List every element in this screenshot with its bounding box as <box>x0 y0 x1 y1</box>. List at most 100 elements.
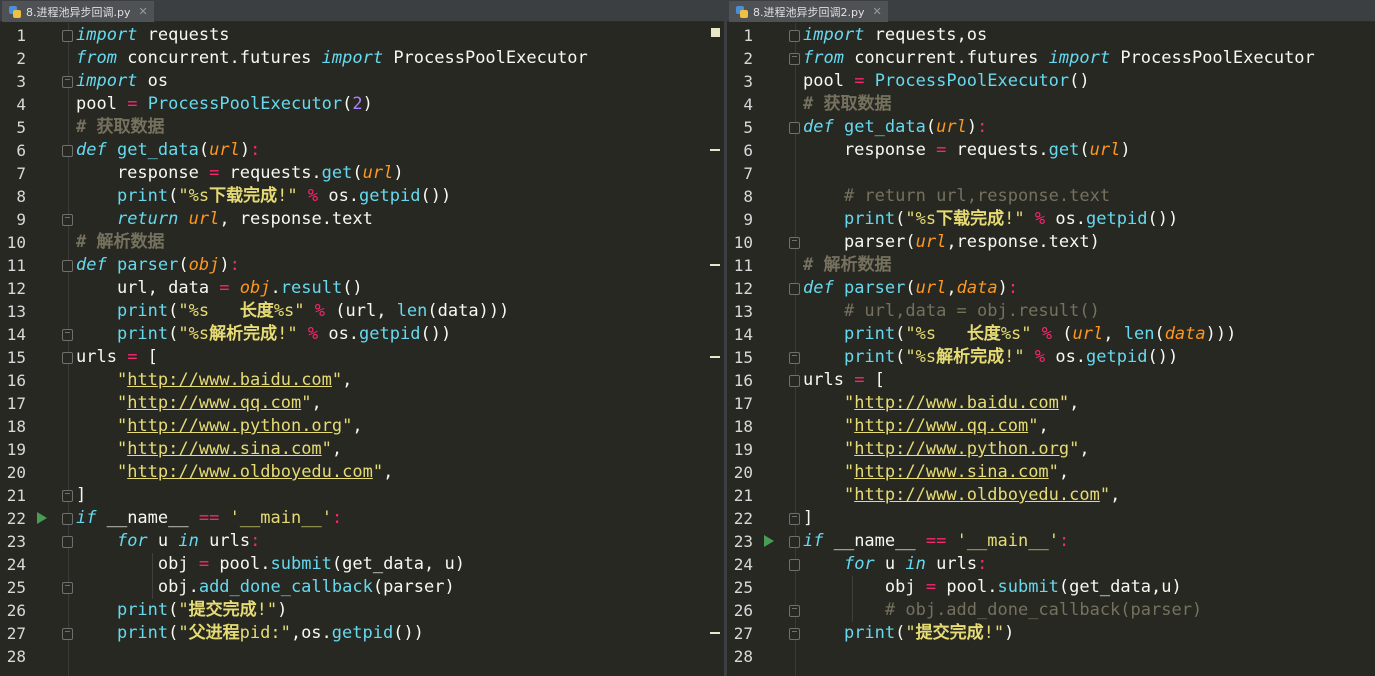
scrollbar-marker[interactable] <box>710 356 720 358</box>
code-line[interactable]: 3 pool = ProcessPoolExecutor() <box>727 70 1375 93</box>
fold-marker-icon[interactable] <box>789 559 800 571</box>
code-line[interactable]: 25 obj = pool.submit(get_data,u) <box>727 576 1375 599</box>
code-line[interactable]: 6 def get_data(url): <box>0 139 724 162</box>
code-line[interactable]: 8 # return url,response.text <box>727 185 1375 208</box>
fold-marker-icon[interactable] <box>62 582 73 594</box>
code-line[interactable]: 13 print("%s 长度%s" % (url, len(data))) <box>0 300 724 323</box>
code-line[interactable]: 4 # 获取数据 <box>727 93 1375 116</box>
scrollbar-marker[interactable] <box>710 149 720 151</box>
code-text: def parser(obj): <box>76 255 240 275</box>
left-code-editor[interactable]: 1 import requests 2 from concurrent.futures… <box>0 23 724 676</box>
left-file-tab[interactable]: 8.进程池异步回调.py ✕ <box>2 1 154 22</box>
code-line[interactable]: 28 <box>727 645 1375 668</box>
fold-marker-icon[interactable] <box>62 76 73 88</box>
fold-marker-icon[interactable] <box>789 605 800 617</box>
run-arrow-icon[interactable] <box>764 535 774 547</box>
code-line[interactable]: 28 <box>0 645 724 668</box>
code-line[interactable]: 25 obj.add_done_callback(parser) <box>0 576 724 599</box>
code-line[interactable]: 26 print("提交完成!") <box>0 599 724 622</box>
fold-marker-icon[interactable] <box>789 237 800 249</box>
code-line[interactable]: 2 from concurrent.futures import ProcessP… <box>0 47 724 70</box>
code-line[interactable]: 15 urls = [ <box>0 346 724 369</box>
code-line[interactable]: 9 print("%s下载完成!" % os.getpid()) <box>727 208 1375 231</box>
fold-marker-icon[interactable] <box>62 513 73 525</box>
code-line[interactable]: 5 def get_data(url): <box>727 116 1375 139</box>
code-line[interactable]: 4 pool = ProcessPoolExecutor(2) <box>0 93 724 116</box>
code-line[interactable]: 3 import os <box>0 70 724 93</box>
code-line[interactable]: 10 parser(url,response.text) <box>727 231 1375 254</box>
fold-marker-icon[interactable] <box>789 352 800 364</box>
code-line[interactable]: 2 from concurrent.futures import ProcessP… <box>727 47 1375 70</box>
fold-marker-icon[interactable] <box>62 260 73 272</box>
scrollbar-marker[interactable] <box>710 264 720 266</box>
fold-marker-icon[interactable] <box>789 536 800 548</box>
code-line[interactable]: 6 response = requests.get(url) <box>727 139 1375 162</box>
code-line[interactable]: 21] <box>0 484 724 507</box>
scrollbar-marker[interactable] <box>710 632 720 634</box>
code-line[interactable]: 22] <box>727 507 1375 530</box>
code-line[interactable]: 18 "http://www.python.org", <box>0 415 724 438</box>
code-line[interactable]: 9 return url, response.text <box>0 208 724 231</box>
fold-marker-icon[interactable] <box>62 30 73 42</box>
code-line[interactable]: 24 for u in urls: <box>727 553 1375 576</box>
code-line[interactable]: 13 # url,data = obj.result() <box>727 300 1375 323</box>
code-line[interactable]: 16 urls = [ <box>727 369 1375 392</box>
code-line[interactable]: 7 response = requests.get(url) <box>0 162 724 185</box>
right-file-tab[interactable]: 8.进程池异步回调2.py ✕ <box>729 1 888 22</box>
code-line[interactable]: 10 # 解析数据 <box>0 231 724 254</box>
code-line[interactable]: 14 print("%s 长度%s" % (url, len(data))) <box>727 323 1375 346</box>
code-line[interactable]: 8 print("%s下载完成!" % os.getpid()) <box>0 185 724 208</box>
close-icon[interactable]: ✕ <box>872 5 881 18</box>
fold-marker-icon[interactable] <box>789 513 800 525</box>
fold-marker-icon[interactable] <box>62 329 73 341</box>
code-line[interactable]: 7 <box>727 162 1375 185</box>
code-line[interactable]: 26 # obj.add_done_callback(parser) <box>727 599 1375 622</box>
code-line[interactable]: 15 print("%s解析完成!" % os.getpid()) <box>727 346 1375 369</box>
code-line[interactable]: 5 # 获取数据 <box>0 116 724 139</box>
code-line[interactable]: 19 "http://www.sina.com", <box>0 438 724 461</box>
fold-marker-icon[interactable] <box>62 214 73 226</box>
code-line[interactable]: 27 print("父进程pid:",os.getpid()) <box>0 622 724 645</box>
fold-marker-icon[interactable] <box>789 283 800 295</box>
code-line[interactable]: 27 print("提交完成!") <box>727 622 1375 645</box>
code-line[interactable]: 17 "http://www.baidu.com", <box>727 392 1375 415</box>
fold-marker-icon[interactable] <box>62 536 73 548</box>
line-number: 14 <box>6 325 26 344</box>
run-arrow-icon[interactable] <box>37 512 47 524</box>
code-line[interactable]: 12 def parser(url,data): <box>727 277 1375 300</box>
code-line[interactable]: 17 "http://www.qq.com", <box>0 392 724 415</box>
code-line[interactable]: 22 if __name__ == '__main__': <box>0 507 724 530</box>
fold-marker-icon[interactable] <box>62 490 73 502</box>
code-line[interactable]: 1 import requests <box>0 24 724 47</box>
code-line[interactable]: 19 "http://www.python.org", <box>727 438 1375 461</box>
fold-marker-icon[interactable] <box>62 352 73 364</box>
scrollbar-marker[interactable] <box>711 28 720 37</box>
fold-marker-icon[interactable] <box>789 122 800 134</box>
code-line[interactable]: 11 def parser(obj): <box>0 254 724 277</box>
left-tab-bar: 8.进程池异步回调.py ✕ <box>0 0 724 22</box>
fold-marker-icon[interactable] <box>789 30 800 42</box>
code-line[interactable]: 20 "http://www.sina.com", <box>727 461 1375 484</box>
line-number: 26 <box>733 601 753 620</box>
code-line[interactable]: 12 url, data = obj.result() <box>0 277 724 300</box>
code-line[interactable]: 1 import requests,os <box>727 24 1375 47</box>
fold-marker-icon[interactable] <box>62 145 73 157</box>
line-number: 5 <box>16 118 26 137</box>
right-code-editor[interactable]: 1 import requests,os 2 from concurrent.futu… <box>727 23 1375 676</box>
code-line[interactable]: 18 "http://www.qq.com", <box>727 415 1375 438</box>
code-line[interactable]: 23 if __name__ == '__main__': <box>727 530 1375 553</box>
code-line[interactable]: 20 "http://www.oldboyedu.com", <box>0 461 724 484</box>
code-line[interactable]: 21 "http://www.oldboyedu.com", <box>727 484 1375 507</box>
ide-window: 8.进程池异步回调.py ✕ 1 import requests 2 from con… <box>0 0 1375 676</box>
code-line[interactable]: 11 # 解析数据 <box>727 254 1375 277</box>
close-icon[interactable]: ✕ <box>138 5 147 18</box>
code-line[interactable]: 24 obj = pool.submit(get_data, u) <box>0 553 724 576</box>
fold-marker-icon[interactable] <box>789 53 800 65</box>
python-file-icon <box>8 5 22 19</box>
code-line[interactable]: 16 "http://www.baidu.com", <box>0 369 724 392</box>
code-line[interactable]: 14 print("%s解析完成!" % os.getpid()) <box>0 323 724 346</box>
fold-marker-icon[interactable] <box>789 375 800 387</box>
code-line[interactable]: 23 for u in urls: <box>0 530 724 553</box>
fold-marker-icon[interactable] <box>62 628 73 640</box>
fold-marker-icon[interactable] <box>789 628 800 640</box>
